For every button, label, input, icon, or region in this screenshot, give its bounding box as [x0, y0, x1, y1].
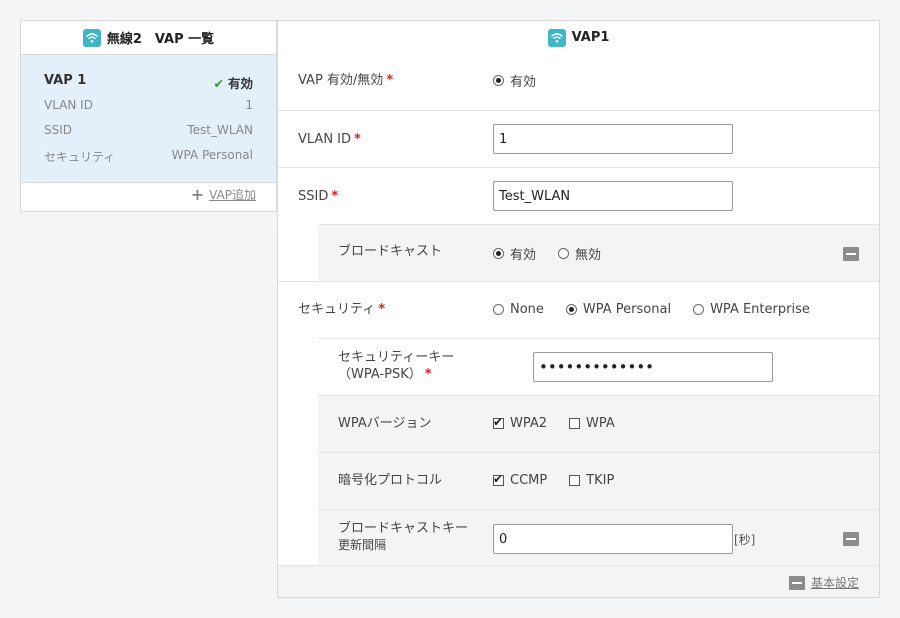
vap-card-field-value: Test_WLAN — [187, 123, 253, 137]
security-wpa-enterprise-radio[interactable]: WPA Enterprise — [693, 302, 810, 317]
basic-settings-label: 基本設定 — [810, 576, 859, 590]
tkip-checkbox[interactable]: TKIP — [569, 473, 614, 488]
panel-footer: 基本設定 — [278, 565, 879, 597]
encryption-label: 暗号化プロトコル — [338, 473, 443, 488]
broadcast-row: ブロードキャスト 有効 無効 — [318, 224, 879, 282]
add-vap-label: VAP追加 — [209, 188, 256, 202]
vap-settings-header: VAP1 — [278, 21, 879, 55]
plus-icon: + — [190, 184, 205, 204]
wpa-version-row: WPAバージョン WPA2 WPA — [318, 395, 879, 453]
ccmp-checkbox[interactable]: CCMP — [493, 472, 547, 488]
wpa-checkbox[interactable]: WPA — [569, 416, 615, 431]
collapse-broadcast-button[interactable] — [843, 247, 859, 261]
wpa2-checkbox[interactable]: WPA2 — [493, 415, 547, 431]
vap-enable-row: VAP 有効/無効 * 有効 — [278, 53, 879, 110]
vlan-id-row: VLAN ID * — [278, 110, 879, 168]
vap-card-name: VAP 1 — [44, 73, 87, 88]
broadcast-enable-radio[interactable]: 有効 — [493, 244, 536, 263]
security-key-label: セキュリティーキー （WPA-PSK） * — [338, 350, 455, 382]
vap-list-panel: 無線2 VAP 一覧 VAP 1 ✔ 有効 VLAN ID 1 SSID Test… — [20, 20, 277, 212]
encryption-row: 暗号化プロトコル CCMP TKIP — [318, 452, 879, 510]
collapse-security-button[interactable] — [843, 532, 859, 546]
vap-card-field-label: セキュリティ — [44, 150, 116, 164]
vap-enable-label: VAP 有効/無効 * — [298, 73, 394, 88]
wifi-icon — [547, 28, 566, 47]
vap-list-header: 無線2 VAP 一覧 — [21, 21, 276, 55]
vap-settings-title: VAP1 — [571, 30, 610, 45]
vap-card-field-label: SSID — [44, 123, 73, 137]
wpa-version-label: WPAバージョン — [338, 416, 432, 431]
broadcast-key-interval-input[interactable] — [493, 524, 733, 554]
vap-settings-panel: VAP1 VAP 有効/無効* 有効 VLAN ID* SSID* ブロードキャ… — [277, 20, 880, 598]
vap-card-field-value: WPA Personal — [171, 148, 253, 162]
vlan-id-label: VLAN ID * — [298, 132, 361, 147]
security-wpa-personal-radio[interactable]: WPA Personal — [565, 302, 671, 317]
security-row: セキュリティ * None WPA Personal WPA Enterprise — [278, 281, 879, 339]
vlan-id-input[interactable] — [493, 124, 733, 154]
broadcast-disable-radio[interactable]: 無効 — [558, 244, 601, 263]
minus-icon — [788, 575, 805, 590]
seconds-unit: [秒] — [734, 532, 756, 547]
security-none-radio[interactable]: None — [493, 302, 544, 317]
vap-card-status: ✔ 有効 — [213, 76, 254, 91]
basic-settings-link[interactable]: 基本設定 — [788, 574, 859, 591]
ssid-input[interactable] — [493, 181, 733, 211]
vap-card[interactable]: VAP 1 ✔ 有効 VLAN ID 1 SSID Test_WLAN セキュリテ… — [21, 55, 276, 183]
vap-list-title: 無線2 VAP 一覧 — [106, 32, 215, 47]
ssid-label: SSID * — [298, 189, 339, 204]
ssid-row: SSID * — [278, 167, 879, 225]
vap-card-field-value: 1 — [245, 98, 253, 112]
security-key-input[interactable] — [533, 352, 773, 382]
check-icon: ✔ — [213, 76, 224, 91]
broadcast-label: ブロードキャスト — [338, 244, 443, 259]
broadcast-key-interval-label: ブロードキャストキー 更新間隔 — [338, 521, 469, 552]
security-key-row: セキュリティーキー （WPA-PSK） * — [318, 338, 879, 396]
add-vap-link[interactable]: + VAP追加 — [191, 186, 256, 203]
wifi-icon — [82, 28, 101, 47]
vap-card-field-label: VLAN ID — [44, 98, 93, 112]
vap-enable-radio[interactable]: 有効 — [493, 71, 536, 90]
security-label: セキュリティ * — [298, 302, 386, 317]
broadcast-key-interval-row: ブロードキャストキー 更新間隔 [秒] — [318, 509, 879, 567]
